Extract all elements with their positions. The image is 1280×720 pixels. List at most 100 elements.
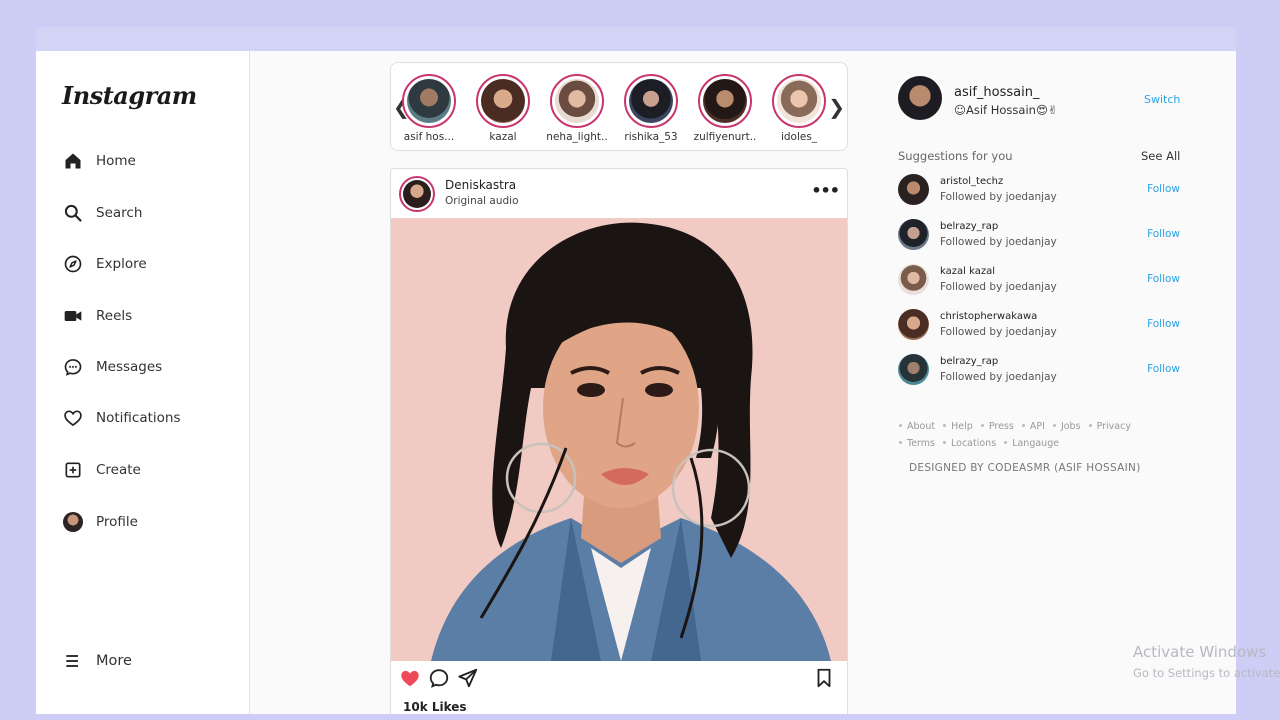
hamburger-icon xyxy=(62,650,84,672)
suggestion-row: christopherwakawa Followed by joedanjay … xyxy=(898,308,1184,342)
story-name: neha_light.. xyxy=(546,131,608,143)
suggestion-username[interactable]: christopherwakawa xyxy=(940,311,1037,322)
share-icon[interactable] xyxy=(457,667,481,691)
footer-links: About Help Press API Jobs Privacy Terms … xyxy=(894,418,1184,452)
post-audio[interactable]: Original audio xyxy=(445,195,519,207)
follow-button[interactable]: Follow xyxy=(1147,228,1180,240)
home-icon xyxy=(62,150,84,172)
story-name: rishika_53 xyxy=(624,131,678,143)
plus-square-icon xyxy=(62,459,84,481)
suggestion-row: belrazy_rap Followed by joedanjay Follow xyxy=(898,353,1184,387)
current-user-avatar[interactable] xyxy=(898,76,942,120)
footer-link-help[interactable]: Help xyxy=(951,421,973,432)
stories-next-arrow[interactable]: ❯ xyxy=(828,95,845,119)
post-header: Deniskastra Original audio ••• xyxy=(391,169,847,218)
suggestion-avatar[interactable] xyxy=(898,354,929,385)
chat-bubble-icon xyxy=(62,356,84,378)
story-avatar xyxy=(629,79,673,123)
suggestion-username[interactable]: belrazy_rap xyxy=(940,356,998,367)
nav-explore[interactable]: Explore xyxy=(62,250,147,278)
nav-reels[interactable]: Reels xyxy=(62,302,132,330)
bookmark-icon[interactable] xyxy=(813,667,837,691)
suggestions-title: Suggestions for you xyxy=(898,149,1013,163)
post-author-avatar[interactable] xyxy=(399,176,435,212)
footer-link-api[interactable]: API xyxy=(1030,421,1045,432)
story-ring xyxy=(698,74,752,128)
profile-avatar xyxy=(62,511,84,533)
nav-create-label: Create xyxy=(96,462,141,478)
likes-count[interactable]: 10k Likes xyxy=(403,700,467,714)
activate-windows-subtext: Go to Settings to activate Windows. xyxy=(1133,666,1280,680)
suggestion-avatar[interactable] xyxy=(898,309,929,340)
suggestion-followed-by: Followed by joedanjay xyxy=(940,326,1057,338)
post-username[interactable]: Deniskastra xyxy=(445,178,516,192)
search-icon xyxy=(62,202,84,224)
nav-more-label: More xyxy=(96,653,132,669)
suggestion-avatar[interactable] xyxy=(898,174,929,205)
footer-dot xyxy=(980,424,984,427)
footer-link-language[interactable]: Langauge xyxy=(1012,438,1059,449)
footer-dot xyxy=(1021,424,1025,427)
post-actions xyxy=(391,665,847,695)
story-ring xyxy=(476,74,530,128)
nav-messages-label: Messages xyxy=(96,359,163,375)
activate-windows-watermark: Activate Windows xyxy=(1133,643,1267,661)
post-photo-illustration xyxy=(391,218,847,661)
footer-link-press[interactable]: Press xyxy=(989,421,1014,432)
nav-home[interactable]: Home xyxy=(62,147,136,175)
story-item[interactable]: neha_light.. xyxy=(540,74,614,143)
instagram-logo[interactable]: Instagram xyxy=(62,81,197,110)
suggestion-avatar[interactable] xyxy=(898,219,929,250)
nav-profile-label: Profile xyxy=(96,514,138,530)
footer-link-locations[interactable]: Locations xyxy=(951,438,996,449)
story-item[interactable]: rishika_53 xyxy=(614,74,688,143)
nav-messages[interactable]: Messages xyxy=(62,353,162,381)
suggestion-followed-by: Followed by joedanjay xyxy=(940,236,1057,248)
story-item[interactable]: asif hos... xyxy=(392,74,466,143)
suggestion-followed-by: Followed by joedanjay xyxy=(940,191,1057,203)
like-icon[interactable] xyxy=(399,667,423,691)
story-name: asif hos... xyxy=(403,131,455,143)
story-name: idoles_ xyxy=(780,131,818,143)
story-item[interactable]: zulfiyenurt.. xyxy=(688,74,762,143)
heart-icon xyxy=(62,407,84,429)
nav-more[interactable]: More xyxy=(62,647,132,675)
nav-create[interactable]: Create xyxy=(62,456,141,484)
see-all-link[interactable]: See All xyxy=(1141,149,1180,163)
footer-links-row-1: About Help Press API Jobs Privacy xyxy=(894,418,1184,435)
follow-button[interactable]: Follow xyxy=(1147,318,1180,330)
suggestion-username[interactable]: belrazy_rap xyxy=(940,221,998,232)
current-user-name: ☺Asif Hossain😍✌ xyxy=(954,103,1058,117)
instagram-app: Instagram Home Search Explore Reels Mess… xyxy=(36,51,1236,714)
follow-button[interactable]: Follow xyxy=(1147,273,1180,285)
more-options-icon[interactable]: ••• xyxy=(811,181,840,200)
nav-reels-label: Reels xyxy=(96,308,133,324)
footer-link-about[interactable]: About xyxy=(907,421,935,432)
follow-button[interactable]: Follow xyxy=(1147,183,1180,195)
nav-explore-label: Explore xyxy=(96,256,147,272)
footer-links-row-2: Terms Locations Langauge xyxy=(894,435,1184,452)
feed-post: Deniskastra Original audio ••• 10k Likes xyxy=(390,168,848,714)
footer-link-jobs[interactable]: Jobs xyxy=(1061,421,1081,432)
story-item[interactable]: idoles_ xyxy=(762,74,836,143)
comment-icon[interactable] xyxy=(428,667,452,691)
footer-dot xyxy=(1052,424,1056,427)
suggestion-avatar[interactable] xyxy=(898,264,929,295)
nav-search[interactable]: Search xyxy=(62,199,142,227)
nav-profile[interactable]: Profile xyxy=(62,508,138,536)
current-user-username[interactable]: asif_hossain_ xyxy=(954,85,1039,100)
switch-account-link[interactable]: Switch xyxy=(1144,93,1180,106)
suggestion-row: aristol_techz Followed by joedanjay Foll… xyxy=(898,173,1184,207)
nav-notifications[interactable]: Notifications xyxy=(62,404,181,432)
suggestion-row: kazal kazal Followed by joedanjay Follow xyxy=(898,263,1184,297)
footer-link-terms[interactable]: Terms xyxy=(907,438,935,449)
footer-link-privacy[interactable]: Privacy xyxy=(1097,421,1131,432)
post-image[interactable] xyxy=(391,218,847,661)
suggestion-username[interactable]: aristol_techz xyxy=(940,176,1003,187)
designed-by-credit: DESIGNED BY CODEASMR (ASIF HOSSAIN) xyxy=(909,462,1141,474)
footer-dot xyxy=(899,424,902,427)
story-item[interactable]: kazal xyxy=(466,74,540,143)
story-avatar xyxy=(481,79,525,123)
suggestion-username[interactable]: kazal kazal xyxy=(940,266,995,277)
follow-button[interactable]: Follow xyxy=(1147,363,1180,375)
